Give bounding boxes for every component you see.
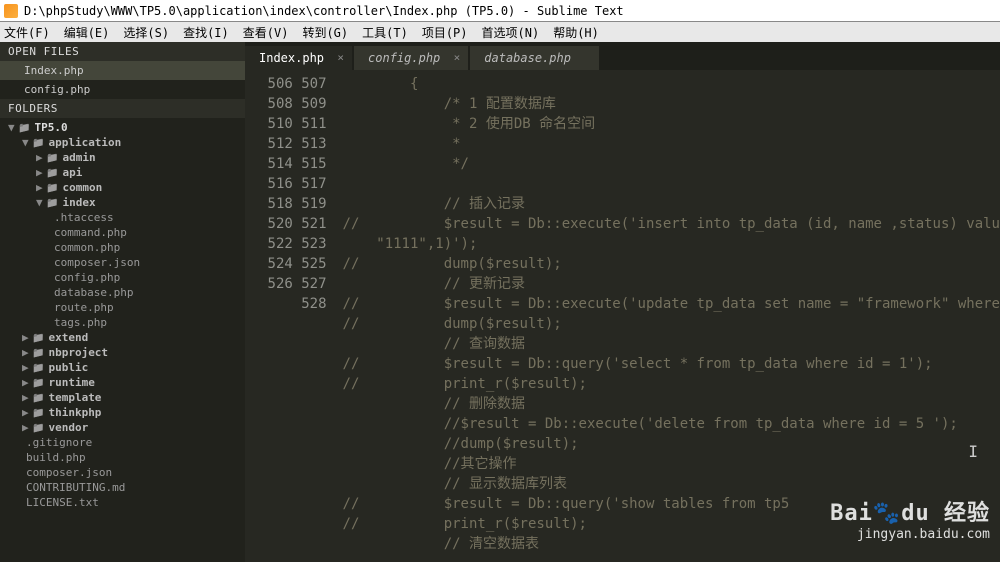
tree-item[interactable]: ▶api <box>0 165 245 180</box>
tree-item[interactable]: .gitignore <box>0 435 245 450</box>
tab[interactable]: config.php× <box>354 46 468 70</box>
close-icon[interactable]: × <box>337 51 344 64</box>
tree-item[interactable]: ▶vendor <box>0 420 245 435</box>
folders-header: FOLDERS <box>0 99 245 118</box>
text-cursor-icon: I <box>968 442 978 461</box>
tree-item[interactable]: config.php <box>0 270 245 285</box>
tree-item[interactable]: build.php <box>0 450 245 465</box>
tree-item[interactable]: composer.json <box>0 255 245 270</box>
line-gutter: 506 507 508 509 510 511 512 513 514 515 … <box>245 70 337 562</box>
open-file-item[interactable]: Index.php <box>0 61 245 80</box>
tree-item[interactable]: ▼TP5.0 <box>0 120 245 135</box>
tab[interactable]: Index.php× <box>245 46 352 70</box>
title-bar: D:\phpStudy\WWW\TP5.0\application\index\… <box>0 0 1000 22</box>
tree-item[interactable]: ▶public <box>0 360 245 375</box>
tree-item[interactable]: tags.php <box>0 315 245 330</box>
tree-item[interactable]: CONTRIBUTING.md <box>0 480 245 495</box>
tree-item[interactable]: ▶template <box>0 390 245 405</box>
editor-area: Index.php×config.php×database.php 506 50… <box>245 42 1000 562</box>
menu-bar[interactable]: 文件(F) 编辑(E) 选择(S) 查找(I) 查看(V) 转到(G) 工具(T) 项目(P)… <box>0 22 1000 42</box>
menu-item[interactable]: 工具(T) <box>362 24 408 41</box>
tab[interactable]: database.php <box>470 46 599 70</box>
tree-item[interactable]: ▶admin <box>0 150 245 165</box>
menu-item[interactable]: 首选项(N) <box>482 24 540 41</box>
tree-item[interactable]: ▶thinkphp <box>0 405 245 420</box>
window-title: D:\phpStudy\WWW\TP5.0\application\index\… <box>24 4 624 18</box>
tree-item[interactable]: ▶nbproject <box>0 345 245 360</box>
menu-item[interactable]: 帮助(H) <box>553 24 599 41</box>
tree-item[interactable]: database.php <box>0 285 245 300</box>
app-icon <box>4 4 18 18</box>
code-view[interactable]: 506 507 508 509 510 511 512 513 514 515 … <box>245 70 1000 562</box>
menu-item[interactable]: 项目(P) <box>422 24 468 41</box>
tree-item[interactable]: common.php <box>0 240 245 255</box>
tree-item[interactable]: command.php <box>0 225 245 240</box>
close-icon[interactable]: × <box>454 51 461 64</box>
tree-item[interactable]: ▶common <box>0 180 245 195</box>
menu-item[interactable]: 查看(V) <box>243 24 289 41</box>
tree-item[interactable]: ▶runtime <box>0 375 245 390</box>
open-file-item[interactable]: config.php <box>0 80 245 99</box>
tree-item[interactable]: .htaccess <box>0 210 245 225</box>
sidebar: OPEN FILES Index.php config.php FOLDERS … <box>0 42 245 562</box>
menu-item[interactable]: 选择(S) <box>123 24 169 41</box>
tree-item[interactable]: route.php <box>0 300 245 315</box>
menu-item[interactable]: 编辑(E) <box>64 24 110 41</box>
menu-item[interactable]: 文件(F) <box>4 24 50 41</box>
tree-item[interactable]: LICENSE.txt <box>0 495 245 510</box>
open-files-header: OPEN FILES <box>0 42 245 61</box>
tree-item[interactable]: ▶extend <box>0 330 245 345</box>
menu-item[interactable]: 转到(G) <box>302 24 348 41</box>
tree-item[interactable]: composer.json <box>0 465 245 480</box>
menu-item[interactable]: 查找(I) <box>183 24 229 41</box>
tab-bar: Index.php×config.php×database.php <box>245 42 1000 70</box>
tree-item[interactable]: ▼index <box>0 195 245 210</box>
code-lines[interactable]: { /* 1 配置数据库 * 2 使用DB 命名空间 * */ // 插入记录 … <box>337 70 1000 562</box>
tree-item[interactable]: ▼application <box>0 135 245 150</box>
